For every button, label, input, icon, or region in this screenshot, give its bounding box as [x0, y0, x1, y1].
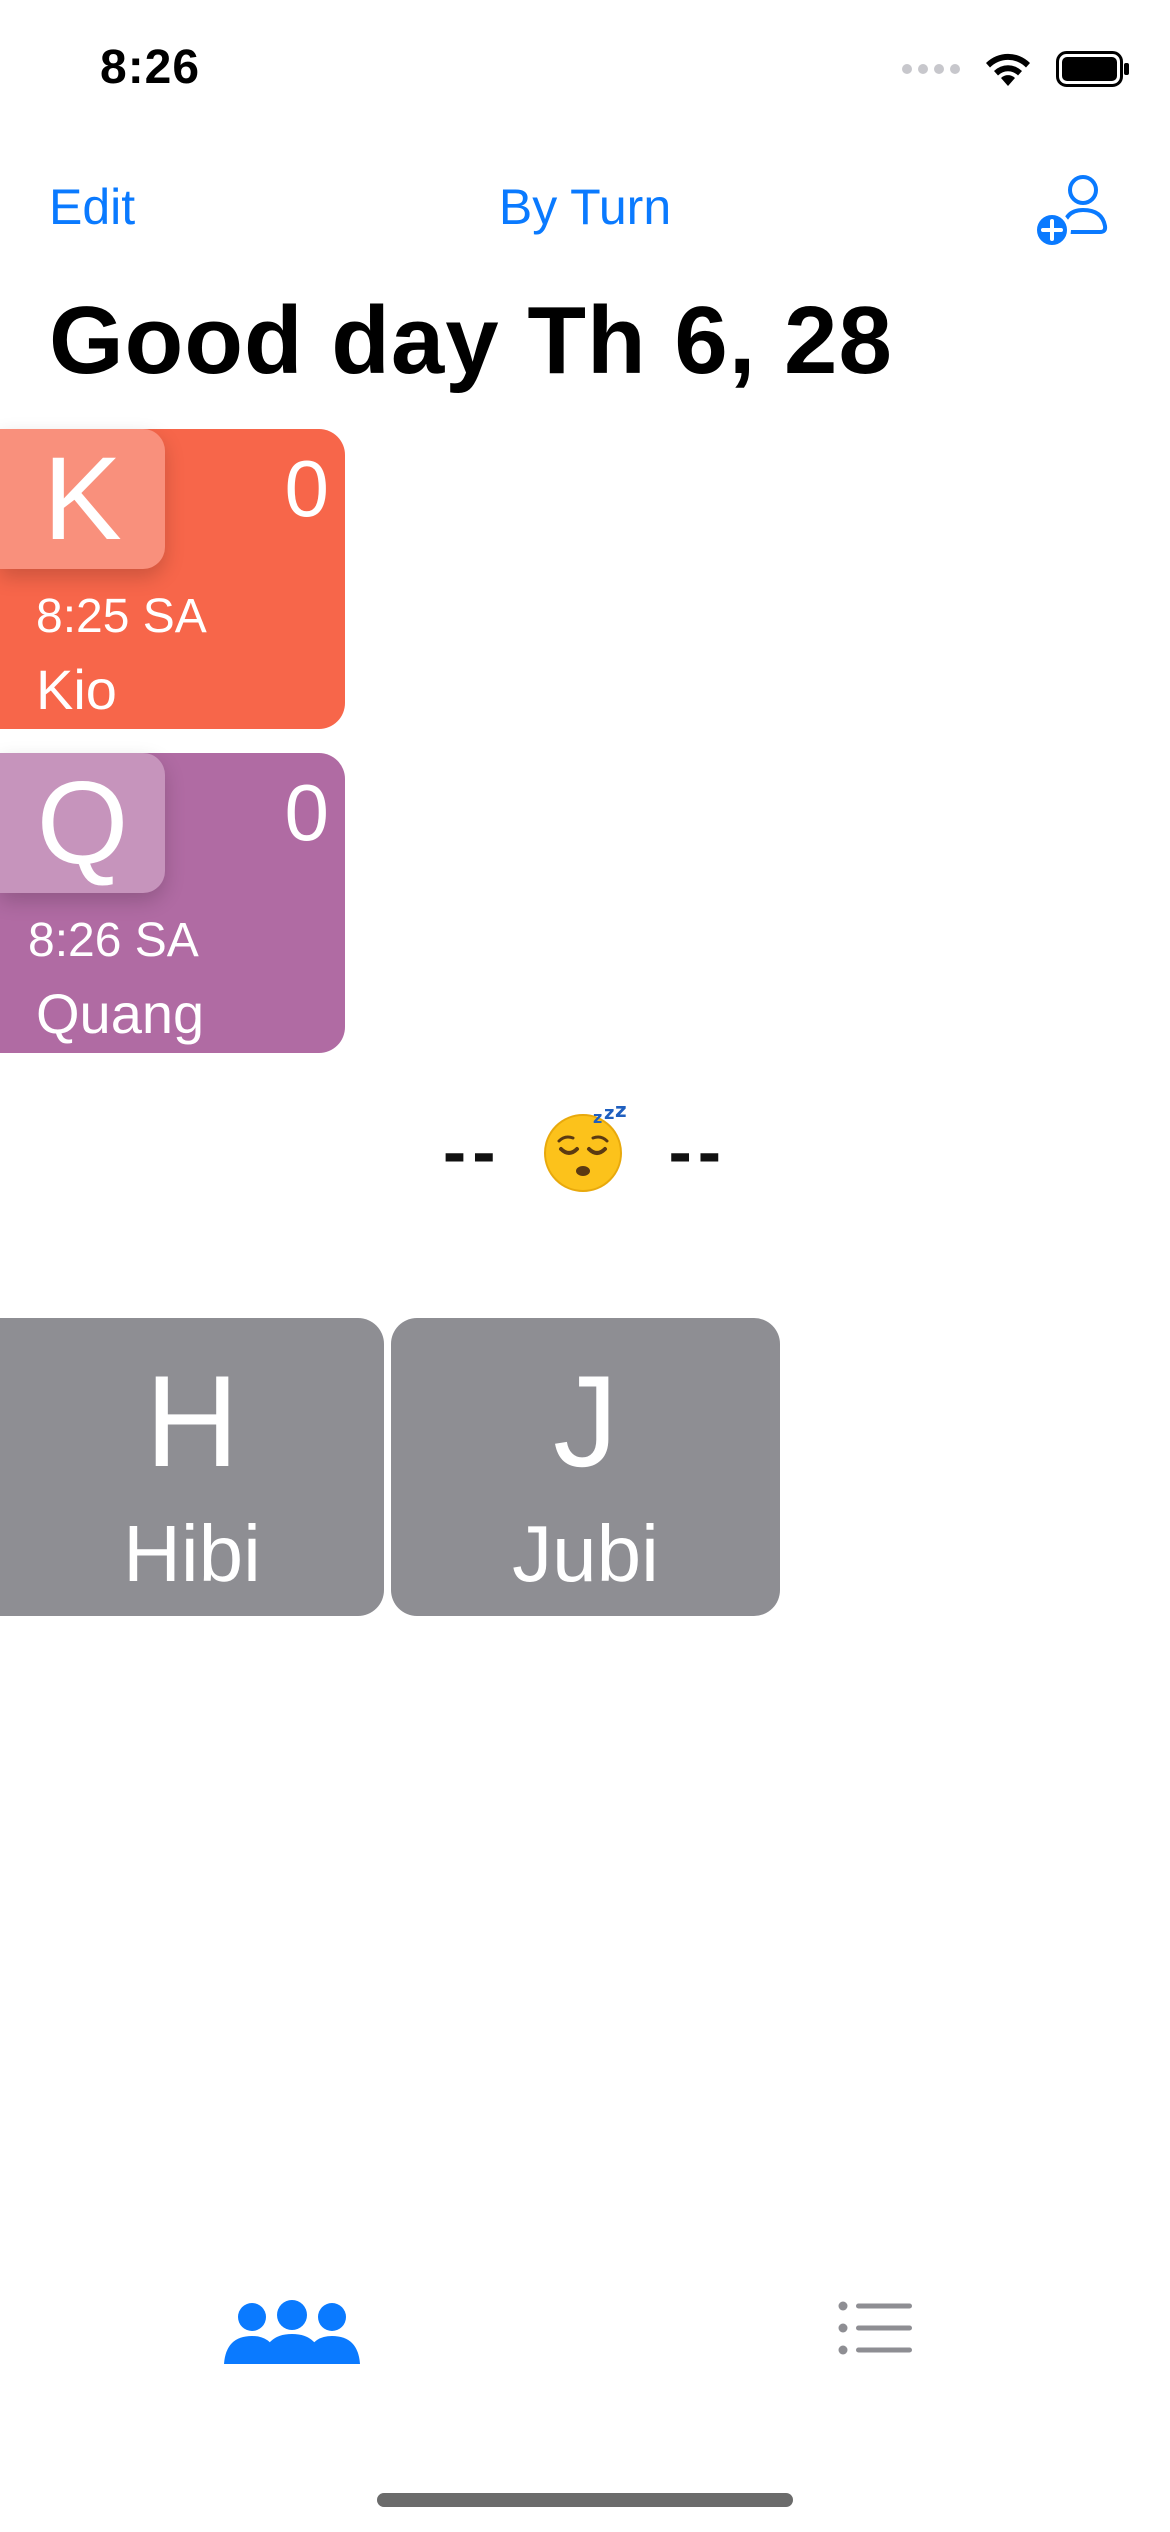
divider-right: -- [668, 1112, 728, 1191]
player-name: Quang [36, 982, 205, 1045]
person-add-icon [1033, 175, 1108, 249]
player-time: 8:25 SA [36, 590, 207, 643]
player-card-quang[interactable]: Q 0 8:26 SA Quang [0, 753, 345, 1053]
player-card-kio[interactable]: K 0 8:25 SA Kio [0, 429, 345, 729]
player-score: 0 [284, 768, 330, 857]
player-initial: J [553, 1348, 618, 1494]
status-icons [902, 50, 1130, 88]
player-initial: H [145, 1348, 239, 1494]
add-player-button[interactable] [1033, 170, 1115, 252]
tab-players[interactable] [222, 2300, 362, 2375]
player-initial: Q [0, 753, 165, 893]
player-name: Kio [36, 658, 117, 721]
wifi-icon [986, 53, 1030, 86]
page-title: Good day Th 6, 28 [49, 287, 893, 394]
divider-left: -- [442, 1112, 502, 1191]
player-name: Jubi [512, 1509, 659, 1598]
inactive-player-card-hibi[interactable]: H Hibi [0, 1318, 384, 1616]
home-indicator[interactable] [377, 2493, 793, 2507]
list-icon [838, 2301, 912, 2355]
sleeping-face-icon: z z z [541, 1098, 629, 1209]
player-name: Hibi [123, 1509, 261, 1598]
battery-icon [1056, 51, 1129, 87]
sleeping-divider: -- z z z -- [0, 1098, 1170, 1209]
app-screen: 8:26 Edit By Turn Good day Th 6, 28 K 0 … [0, 0, 1170, 2532]
people-icon [224, 2300, 360, 2364]
player-score: 0 [284, 444, 330, 533]
status-time: 8:26 [100, 41, 201, 94]
by-turn-button[interactable]: By Turn [499, 179, 671, 235]
svg-text:z: z [615, 1105, 629, 1122]
mode-selector: By Turn [0, 178, 1170, 236]
player-initial: K [0, 429, 165, 569]
player-time: 8:26 SA [28, 914, 199, 967]
cellular-signal-icon [902, 64, 960, 74]
tab-list[interactable] [838, 2300, 914, 2361]
inactive-player-card-jubi[interactable]: J Jubi [391, 1318, 780, 1616]
